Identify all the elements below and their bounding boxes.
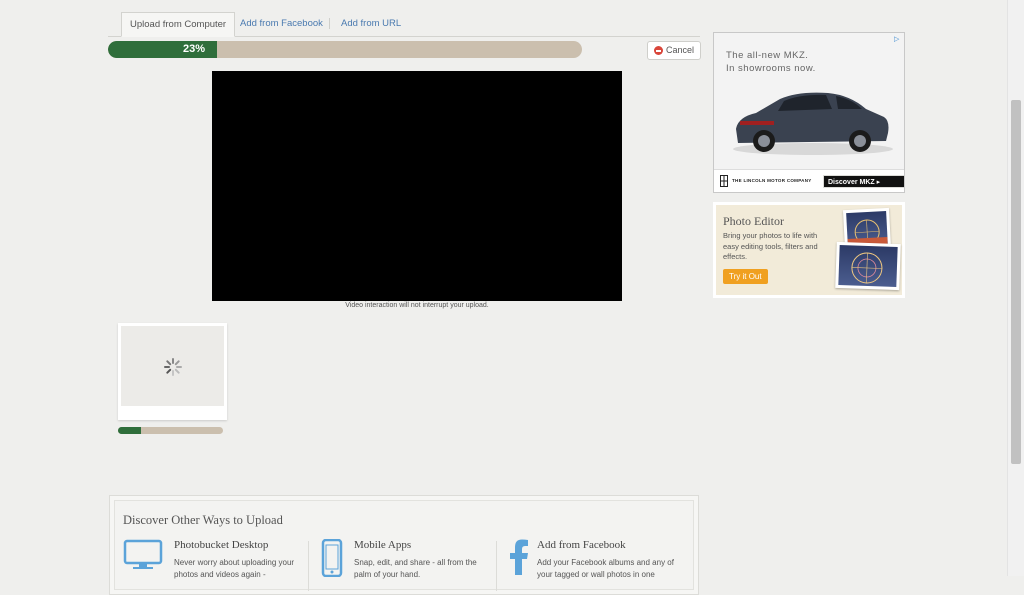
cancel-button[interactable]: Cancel <box>647 41 701 60</box>
photo-editor-description: Bring your photos to life with easy edit… <box>723 231 818 261</box>
upload-tabs: Upload from Computer Add from Facebook A… <box>108 12 700 37</box>
tab-upload-from-computer[interactable]: Upload from Computer <box>121 12 236 37</box>
discover-heading: Discover Other Ways to Upload <box>123 513 283 527</box>
thumbnail-placeholder <box>121 326 224 406</box>
page-scrollbar[interactable] <box>1007 0 1024 576</box>
adchoices-icon[interactable]: ▷ <box>894 35 902 43</box>
discover-divider <box>308 541 309 591</box>
add-from-facebook-item[interactable]: Add from Facebook Add your Facebook albu… <box>509 535 689 595</box>
monitor-icon <box>123 539 163 569</box>
mobile-apps-title: Mobile Apps <box>354 539 412 551</box>
thumbnail-progress-bar <box>118 427 223 434</box>
lincoln-mkz-ad[interactable]: ▷ The all-new MKZ. In showrooms now. THE… <box>713 32 905 193</box>
ad-footer: THE LINCOLN MOTOR COMPANY Discover MKZ ▸ <box>714 169 904 192</box>
facebook-icon <box>510 539 528 575</box>
ad-headline-line2: In showrooms now. <box>726 63 816 74</box>
lincoln-brand-text: THE LINCOLN MOTOR COMPANY <box>732 178 812 183</box>
sample-photo-2 <box>835 241 901 291</box>
ad-headline: The all-new MKZ. In showrooms now. <box>726 49 846 75</box>
video-interaction-note: Video interaction will not interrupt you… <box>345 302 489 309</box>
add-from-facebook-desc: Add your Facebook albums and any of your… <box>537 558 674 579</box>
thumbnail-progress-fill <box>118 427 142 434</box>
ad-headline-line1: The all-new MKZ. <box>726 50 809 61</box>
photobucket-desktop-item[interactable]: Photobucket Desktop Never worry about up… <box>123 535 303 595</box>
discover-other-ways-panel: Discover Other Ways to Upload Photobucke… <box>109 495 699 595</box>
loading-spinner-icon <box>164 358 182 376</box>
photobucket-desktop-title: Photobucket Desktop <box>174 539 269 551</box>
photobucket-desktop-desc: Never worry about uploading your photos … <box>174 558 295 579</box>
car-image <box>733 92 893 155</box>
tab-divider <box>329 18 330 29</box>
cancel-icon <box>654 46 663 55</box>
video-player[interactable] <box>212 71 622 301</box>
discover-divider <box>496 541 497 591</box>
tab-add-from-facebook[interactable]: Add from Facebook <box>240 12 323 36</box>
scrollbar-thumb[interactable] <box>1011 100 1021 464</box>
discover-mkz-button[interactable]: Discover MKZ ▸ <box>823 175 904 188</box>
photo-editor-title: Photo Editor <box>723 214 785 228</box>
try-it-out-button[interactable]: Try it Out <box>723 269 768 284</box>
upload-thumbnail-card <box>118 323 227 420</box>
add-from-facebook-title: Add from Facebook <box>537 539 626 551</box>
tab-add-from-url[interactable]: Add from URL <box>341 12 401 36</box>
photo-editor-ad[interactable]: Photo Editor Bring your photos to life w… <box>713 202 905 298</box>
upload-progress-bar: 23% <box>108 41 582 58</box>
lincoln-logo-icon <box>720 175 728 187</box>
phone-icon <box>321 539 343 577</box>
mobile-apps-item[interactable]: Mobile Apps Snap, edit, and share - all … <box>321 535 491 595</box>
upload-progress-percent: 23% <box>182 43 206 55</box>
cancel-button-label: Cancel <box>666 45 695 55</box>
mobile-apps-desc: Snap, edit, and share - all from the pal… <box>354 558 477 579</box>
